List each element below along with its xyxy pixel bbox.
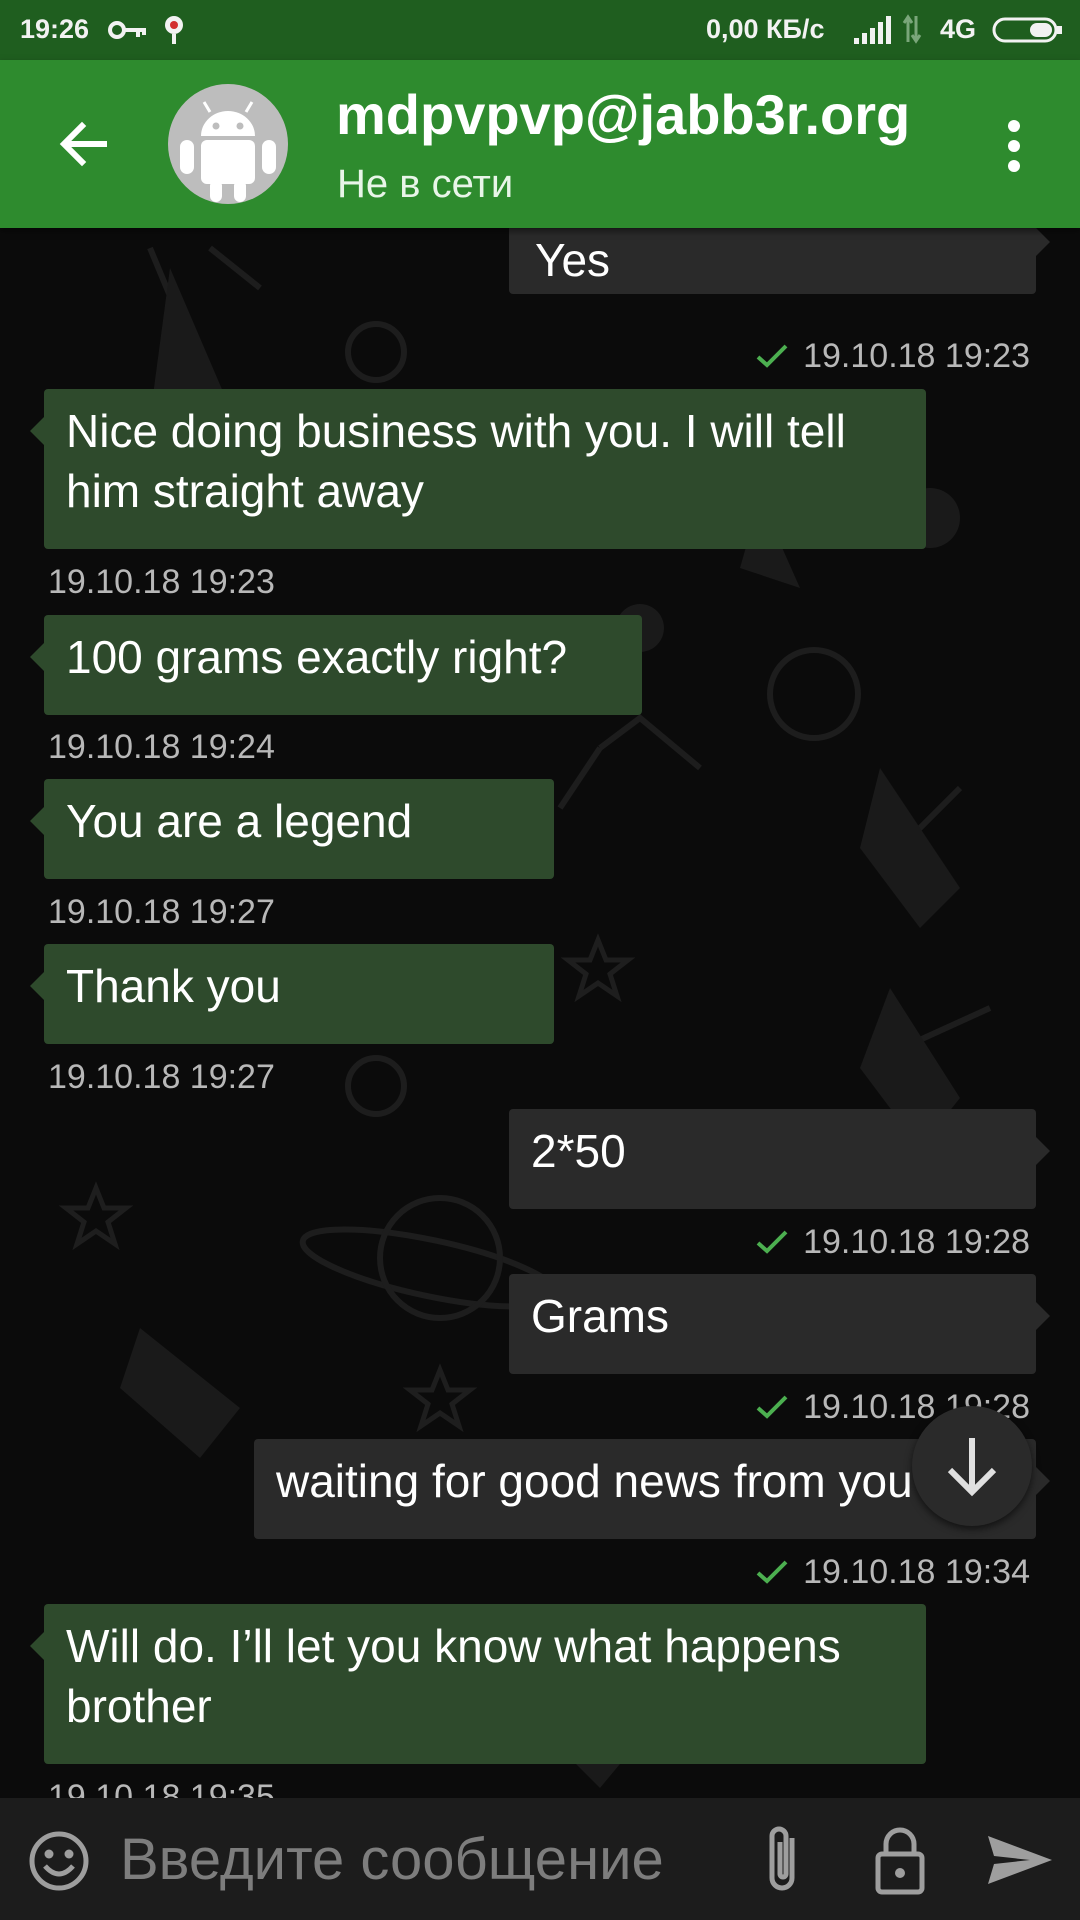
delivered-check-icon bbox=[756, 1395, 788, 1419]
contact-name[interactable]: mdpvpvp@jabb3r.org bbox=[336, 82, 910, 147]
message-text: Will do. I’ll let you know what happens … bbox=[66, 1620, 841, 1732]
message-text: 100 grams exactly right? bbox=[66, 631, 568, 683]
signal-icon bbox=[854, 16, 891, 44]
message-timestamp: 19.10.18 19:23 bbox=[755, 337, 1030, 376]
message-text: waiting for good news from you bbox=[276, 1455, 913, 1507]
message-text: Grams bbox=[531, 1290, 669, 1342]
send-icon[interactable] bbox=[986, 1832, 1054, 1888]
message-bubble-outgoing[interactable]: Grams bbox=[509, 1274, 1050, 1374]
chat-header: mdpvpvp@jabb3r.org Не в сети bbox=[0, 60, 1080, 228]
emoji-icon[interactable] bbox=[28, 1830, 90, 1892]
message-text: Yes bbox=[535, 234, 611, 286]
paperclip-icon[interactable] bbox=[758, 1822, 808, 1898]
message-bubble-incoming[interactable]: You are a legend bbox=[30, 779, 554, 879]
message-text: Nice doing business with you. I will tel… bbox=[66, 405, 846, 517]
message-text: 2*50 bbox=[531, 1125, 626, 1177]
android-avatar-icon bbox=[180, 101, 276, 202]
contact-status: Не в сети bbox=[337, 162, 514, 206]
data-activity-icon bbox=[902, 14, 922, 44]
network-type: 4G bbox=[940, 14, 977, 44]
message-timestamp: 19.10.18 19:35 bbox=[48, 1778, 275, 1798]
message-composer bbox=[0, 1798, 1080, 1920]
delivered-check-icon bbox=[756, 344, 788, 368]
message-list[interactable]: Yes 19.10.18 19:23 Nice doing business w… bbox=[0, 228, 1080, 1798]
avatar[interactable] bbox=[168, 84, 288, 204]
message-text: Thank you bbox=[66, 960, 281, 1012]
more-vertical-icon[interactable] bbox=[996, 116, 1032, 176]
message-timestamp: 19.10.18 19:27 bbox=[48, 1058, 275, 1096]
status-time: 19:26 bbox=[20, 14, 90, 44]
message-bubble-outgoing[interactable]: 2*50 bbox=[509, 1109, 1050, 1209]
message-bubble-incoming[interactable]: Thank you bbox=[30, 944, 554, 1044]
status-bar: 19:26 0,00 КБ/с 4G bbox=[0, 0, 1080, 60]
arrow-down-icon bbox=[947, 1438, 997, 1497]
message-timestamp: 19.10.18 19:24 bbox=[48, 728, 275, 766]
battery-icon bbox=[992, 17, 1062, 43]
message-bubble-outgoing[interactable]: Yes bbox=[509, 228, 1050, 294]
scroll-to-bottom-button[interactable] bbox=[912, 1406, 1032, 1526]
message-bubble-incoming[interactable]: Nice doing business with you. I will tel… bbox=[30, 389, 926, 549]
message-timestamp: 19.10.18 19:28 bbox=[755, 1223, 1030, 1262]
notification-icon bbox=[165, 16, 183, 44]
message-timestamp: 19.10.18 19:34 bbox=[755, 1553, 1030, 1592]
message-timestamp: 19.10.18 19:23 bbox=[48, 563, 275, 601]
message-input[interactable] bbox=[120, 1822, 720, 1896]
back-arrow-icon[interactable] bbox=[52, 112, 116, 176]
message-text: You are a legend bbox=[66, 795, 413, 847]
network-speed: 0,00 КБ/с bbox=[706, 14, 825, 44]
message-bubble-incoming[interactable]: 100 grams exactly right? bbox=[30, 615, 642, 715]
message-bubble-incoming[interactable]: Will do. I’ll let you know what happens … bbox=[30, 1604, 926, 1764]
delivered-check-icon bbox=[756, 1560, 788, 1584]
message-timestamp: 19.10.18 19:27 bbox=[48, 893, 275, 931]
delivered-check-icon bbox=[756, 1230, 788, 1254]
lock-icon[interactable] bbox=[874, 1824, 926, 1896]
key-icon bbox=[108, 21, 146, 39]
